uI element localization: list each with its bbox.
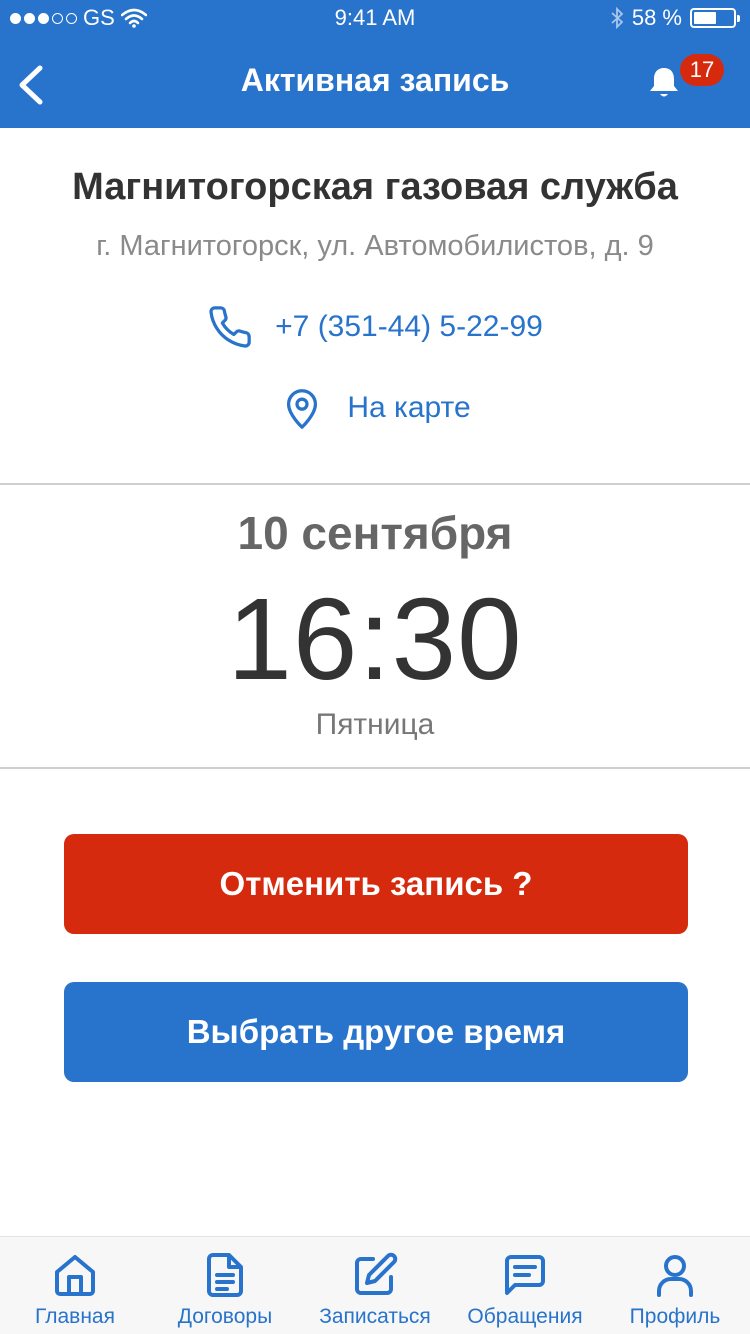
battery-icon [690, 8, 740, 28]
chat-icon [505, 1255, 545, 1295]
map-pin-icon [287, 389, 318, 429]
home-icon [55, 1255, 95, 1296]
appointment-date: 10 сентября [237, 507, 513, 559]
tab-book[interactable]: Записаться [300, 1237, 450, 1334]
map-link-label: На карте [347, 391, 471, 424]
tab-label: Главная [35, 1305, 115, 1328]
notification-badge[interactable]: 17 [680, 54, 724, 86]
bluetooth-icon [611, 7, 624, 29]
status-bar: GS 9:41 AM 58 % [0, 0, 750, 40]
user-icon [657, 1255, 693, 1297]
tab-contracts[interactable]: Договоры [150, 1237, 300, 1334]
battery-percent: 58 % [631, 5, 682, 30]
document-icon [207, 1253, 243, 1297]
map-link[interactable]: На карте [0, 384, 750, 432]
tab-profile[interactable]: Профиль [600, 1237, 750, 1334]
phone-link[interactable]: +7 (351-44) 5-22-99 [0, 304, 750, 350]
app-header: GS 9:41 AM 58 % Активная запись 17 [0, 0, 750, 128]
tab-bar: Главная Договоры Записаться Обращения Пр… [0, 1236, 750, 1334]
organization-name: Магнитогорская газовая служба [72, 166, 678, 208]
appointment-weekday: Пятница [315, 708, 435, 741]
battery-level [694, 12, 717, 24]
organization-address: г. Магнитогорск, ул. Автомобилистов, д. … [96, 230, 654, 262]
tab-label: Договоры [177, 1305, 273, 1328]
tab-label: Записаться [319, 1305, 431, 1328]
cancel-appointment-button[interactable]: Отменить запись ? [64, 834, 688, 934]
divider [0, 767, 750, 769]
edit-icon [355, 1252, 398, 1295]
appointment-time: 16:30 [227, 574, 523, 704]
status-right: 58 % [610, 5, 740, 31]
tab-label: Профиль [629, 1305, 721, 1328]
page-title: Активная запись [240, 62, 510, 98]
divider [0, 483, 750, 485]
reschedule-button[interactable]: Выбрать другое время [64, 982, 688, 1082]
phone-icon [209, 306, 251, 348]
tab-requests[interactable]: Обращения [450, 1237, 600, 1334]
tab-label: Обращения [467, 1305, 583, 1328]
bell-icon [650, 68, 678, 97]
phone-number: +7 (351-44) 5-22-99 [275, 310, 543, 343]
tab-home[interactable]: Главная [0, 1237, 150, 1334]
